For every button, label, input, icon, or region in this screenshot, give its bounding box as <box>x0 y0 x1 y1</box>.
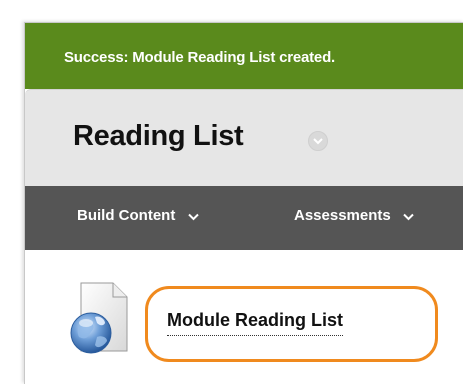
chevron-down-icon <box>187 208 199 225</box>
page-header: Reading List <box>25 89 463 187</box>
content-menu-bar: Build Content Assessments <box>25 186 463 250</box>
content-item-link[interactable]: Module Reading List <box>167 310 344 336</box>
content-list: Module Reading List <box>25 250 463 384</box>
success-message: Success: Module Reading List created. <box>64 49 336 66</box>
page-title: Reading List <box>73 120 244 152</box>
web-link-globe-icon <box>67 279 131 357</box>
success-banner: Success: Module Reading List created. <box>25 23 463 89</box>
build-content-menu[interactable]: Build Content <box>77 207 199 225</box>
title-options-chevron-icon[interactable] <box>308 131 328 151</box>
build-content-label: Build Content <box>77 207 176 224</box>
assessments-label: Assessments <box>294 207 391 224</box>
course-content-frame: Success: Module Reading List created. Re… <box>24 22 463 384</box>
assessments-menu[interactable]: Assessments <box>294 207 414 225</box>
chevron-down-icon <box>403 208 414 225</box>
